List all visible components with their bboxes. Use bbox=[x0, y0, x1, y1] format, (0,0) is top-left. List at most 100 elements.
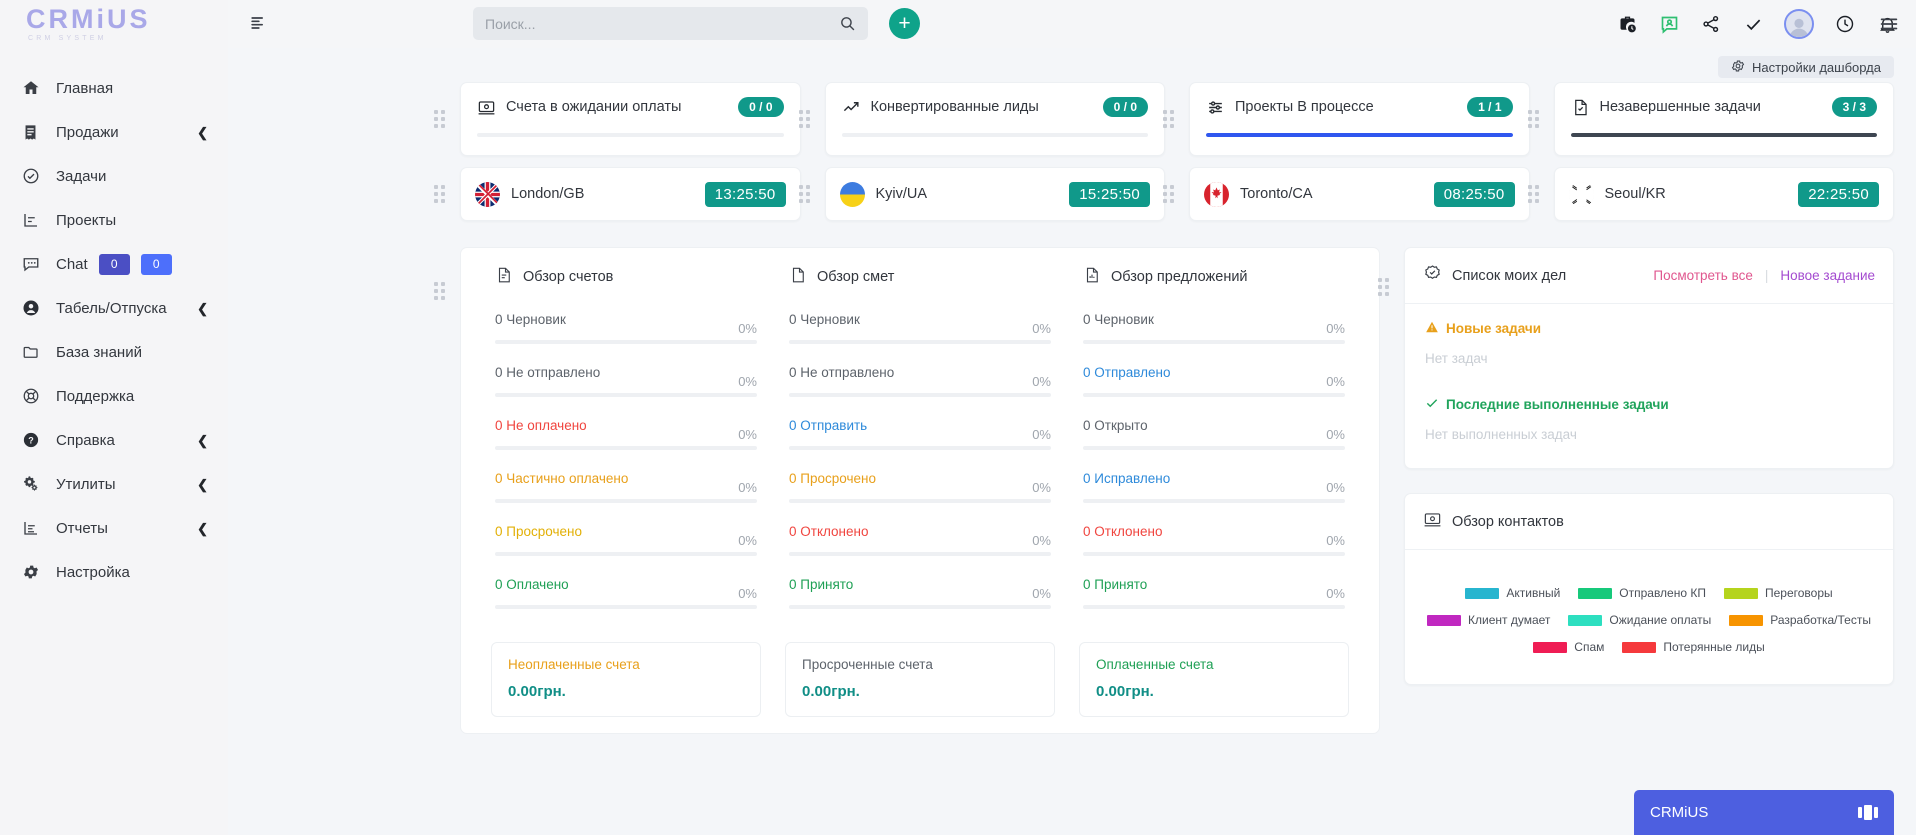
search-icon[interactable] bbox=[839, 15, 856, 32]
message-user-icon[interactable] bbox=[1658, 13, 1680, 35]
drag-handle[interactable] bbox=[434, 185, 447, 203]
overview-column-estimates: Обзор смет 0 Черновик 0% 0 Не отправлено 0… bbox=[773, 266, 1067, 630]
sidebar-item-home[interactable]: Главная bbox=[0, 66, 228, 110]
dashboard-settings-button[interactable]: Настройки дашборда bbox=[1717, 56, 1894, 78]
overview-row-pct: 0% bbox=[738, 533, 757, 548]
sidebar-item-support[interactable]: Поддержка bbox=[0, 374, 228, 418]
menu-icon[interactable] bbox=[248, 13, 270, 35]
chat-badge-unread[interactable]: 0 bbox=[98, 253, 130, 275]
sidebar-item-utilities[interactable]: Утилиты ❮ bbox=[0, 462, 228, 506]
search-input[interactable] bbox=[485, 15, 839, 32]
legend-label: Отправлено КП bbox=[1619, 586, 1706, 600]
todo-new-section: Новые задачи bbox=[1425, 320, 1873, 337]
briefcase-clock-icon[interactable] bbox=[1616, 13, 1638, 35]
drag-handle[interactable] bbox=[798, 110, 812, 128]
legend-swatch bbox=[1465, 587, 1500, 599]
legend-item[interactable]: Отправлено КП bbox=[1578, 586, 1706, 600]
svg-text:?: ? bbox=[28, 435, 34, 445]
legend-item[interactable]: Разработка/Тесты bbox=[1729, 613, 1871, 627]
estimate-doc-icon bbox=[789, 266, 807, 288]
flag-ca-icon bbox=[1204, 181, 1229, 207]
overview-row-track bbox=[1083, 552, 1345, 556]
kpi-card-converted-leads[interactable]: Конвертированные лиды 0 / 0 bbox=[798, 82, 1165, 156]
check-icon[interactable] bbox=[1742, 13, 1764, 35]
clock-card-london[interactable]: London/GB 13:25:50 bbox=[434, 167, 801, 221]
drag-handle[interactable] bbox=[434, 282, 447, 300]
sidebar-item-sales[interactable]: Продажи ❮ bbox=[0, 110, 228, 154]
logo-text: CRMiUS bbox=[26, 4, 151, 34]
kpi-card-pending-invoices[interactable]: Счета в ожидании оплаты 0 / 0 bbox=[434, 82, 801, 156]
drag-handle[interactable] bbox=[1527, 185, 1541, 203]
overview-row: 0 Не отправлено 0% bbox=[495, 365, 757, 397]
legend-item[interactable]: Спам bbox=[1533, 640, 1604, 654]
chat-icon bbox=[22, 255, 48, 273]
flag-gb-icon bbox=[475, 181, 500, 207]
legend-item[interactable]: Ожидание оплаты bbox=[1568, 613, 1711, 627]
share-icon[interactable] bbox=[1700, 13, 1722, 35]
legend-swatch bbox=[1578, 587, 1613, 599]
sidebar-item-reports[interactable]: Отчеты ❮ bbox=[0, 506, 228, 550]
drag-handle[interactable] bbox=[1163, 185, 1176, 203]
total-card-overdue[interactable]: Просроченные счета 0.00грн. bbox=[785, 642, 1055, 717]
legend-item[interactable]: Активный bbox=[1465, 586, 1560, 600]
clock-card-seoul[interactable]: Seoul/KR 22:25:50 bbox=[1527, 167, 1894, 221]
clock-time: 13:25:50 bbox=[704, 181, 786, 207]
todo-new-task-link[interactable]: Новое задание bbox=[1780, 268, 1875, 283]
drag-handle[interactable] bbox=[1163, 110, 1176, 128]
drag-handle[interactable] bbox=[1527, 110, 1541, 128]
add-button[interactable]: + bbox=[889, 8, 920, 39]
sidebar-item-help[interactable]: ? Справка ❮ bbox=[0, 418, 228, 462]
clock-icon[interactable] bbox=[1834, 13, 1856, 35]
chart-icon bbox=[22, 211, 48, 229]
todo-view-all-link[interactable]: Посмотреть все bbox=[1653, 268, 1752, 283]
clock-city: Seoul/KR bbox=[1604, 186, 1666, 202]
drag-handle[interactable] bbox=[434, 110, 447, 128]
dashboard-grid: Счета в ожидании оплаты 0 / 0 Конвертиро… bbox=[228, 82, 1894, 734]
sidebar-item-tasks[interactable]: Задачи bbox=[0, 154, 228, 198]
sidebar-item-chat[interactable]: Chat 0 0 bbox=[0, 242, 228, 286]
overview-row-pct: 0% bbox=[1326, 533, 1345, 548]
overview-row-label: 0 Черновик bbox=[789, 312, 860, 327]
overview-row-pct: 0% bbox=[1032, 480, 1051, 495]
legend-swatch bbox=[1533, 641, 1568, 653]
legend-swatch bbox=[1622, 641, 1657, 653]
sidebar-nav: Главная Продажи ❮ Задачи Проекты Chat 0 … bbox=[0, 66, 228, 594]
sidebar-item-projects[interactable]: Проекты bbox=[0, 198, 228, 242]
sidebar-item-timesheet[interactable]: Табель/Отпуска ❮ bbox=[0, 286, 228, 330]
legend-item[interactable]: Переговоры bbox=[1723, 586, 1833, 600]
kpi-card-unfinished-tasks[interactable]: Незавершенные задачи 3 / 3 bbox=[1527, 82, 1894, 156]
todo-links: Посмотреть все | Новое задание bbox=[1653, 268, 1875, 283]
overview-title: Обзор предложений bbox=[1111, 269, 1248, 285]
overview-title: Обзор счетов bbox=[523, 269, 614, 285]
kpi-card-projects-in-progress[interactable]: Проекты В процессе 1 / 1 bbox=[1163, 82, 1530, 156]
sidebar-item-knowledge-base[interactable]: База знаний bbox=[0, 330, 228, 374]
drag-handle[interactable] bbox=[798, 185, 812, 203]
overview-row-label: 0 Просрочено bbox=[495, 524, 582, 539]
total-card-unpaid[interactable]: Неоплаченные счета 0.00грн. bbox=[491, 642, 761, 717]
chat-widget[interactable]: CRMiUS bbox=[1634, 790, 1894, 835]
drag-handle[interactable] bbox=[1378, 278, 1391, 296]
total-card-paid[interactable]: Оплаченные счета 0.00грн. bbox=[1079, 642, 1349, 717]
overview-row-track bbox=[789, 340, 1051, 344]
sliders-icon bbox=[1206, 98, 1225, 117]
sidebar-item-settings[interactable]: Настройка bbox=[0, 550, 228, 594]
topbar: + bbox=[228, 0, 1916, 48]
overview-row: 0 Не оплачено 0% bbox=[495, 418, 757, 450]
clock-card-kyiv[interactable]: Kyiv/UA 15:25:50 bbox=[798, 167, 1165, 221]
chat-badge-total[interactable]: 0 bbox=[140, 253, 172, 275]
overview-row-label: 0 Черновик bbox=[495, 312, 566, 327]
app-logo[interactable]: CRMiUS CRM SYSTEM bbox=[0, 0, 228, 48]
clock-city: Kyiv/UA bbox=[875, 186, 928, 202]
todo-header: Список моих дел Посмотреть все | Новое з… bbox=[1405, 248, 1893, 304]
kpi-title: Незавершенные задачи bbox=[1599, 99, 1761, 115]
hamburger-icon[interactable] bbox=[1878, 0, 1900, 48]
task-doc-icon bbox=[1571, 98, 1590, 117]
chat-bars-icon[interactable] bbox=[1858, 805, 1878, 820]
search-box[interactable] bbox=[473, 7, 868, 40]
legend-item[interactable]: Потерянные лиды bbox=[1622, 640, 1765, 654]
clock-card-toronto[interactable]: Toronto/CA 08:25:50 bbox=[1163, 167, 1530, 221]
contacts-panel: Обзор контактов Активный Отправлено КП П… bbox=[1404, 493, 1894, 685]
legend-item[interactable]: Клиент думает bbox=[1427, 613, 1550, 627]
kpi-title: Конвертированные лиды bbox=[870, 99, 1039, 115]
avatar[interactable] bbox=[1784, 9, 1814, 39]
